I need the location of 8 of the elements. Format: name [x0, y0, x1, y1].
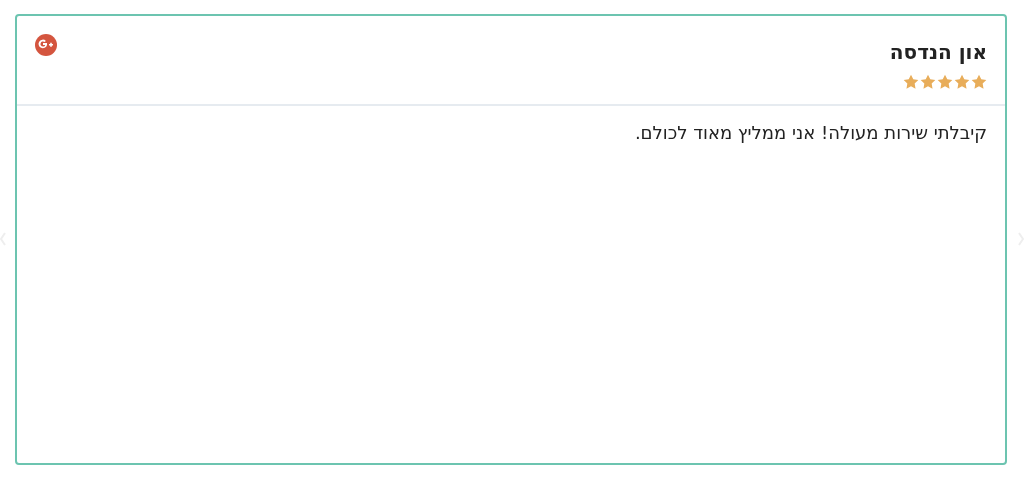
reviewer-name: און הנדסה	[889, 40, 987, 64]
review-text: קיבלתי שירות מעולה! אני ממליץ מאוד לכולם.	[633, 121, 988, 145]
google-plus-icon[interactable]	[35, 34, 57, 56]
star-icon	[903, 74, 919, 90]
star-icon	[971, 74, 987, 90]
star-icon	[937, 74, 953, 90]
star-icon	[954, 74, 970, 90]
star-icon	[920, 74, 936, 90]
